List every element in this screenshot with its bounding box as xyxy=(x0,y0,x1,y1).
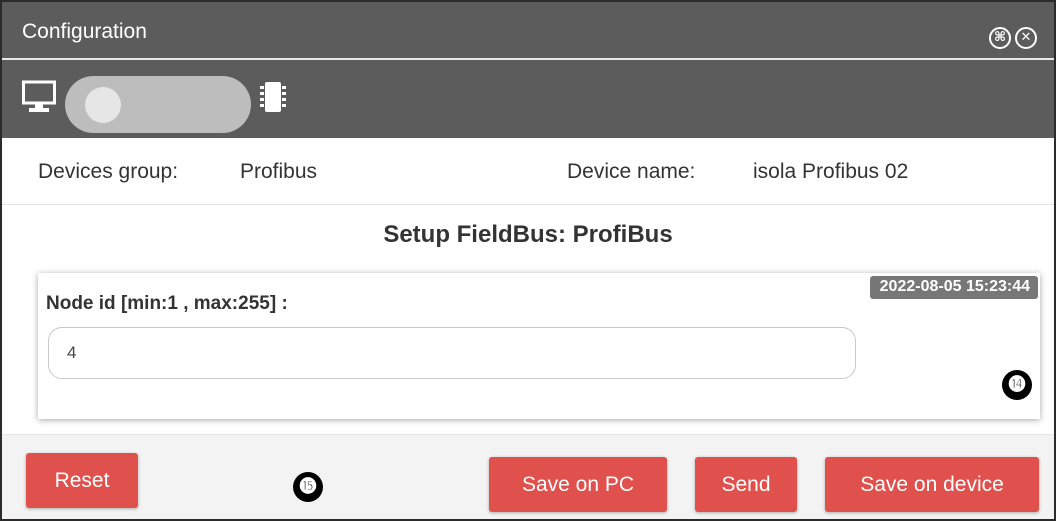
window-title: Configuration xyxy=(22,20,147,43)
save-on-pc-button[interactable]: Save on PC xyxy=(489,457,667,512)
mode-toggle-switch[interactable] xyxy=(65,76,251,133)
node-id-label: Node id [min:1 , max:255] : xyxy=(46,293,288,314)
page-title: Setup FieldBus: ProfiBus xyxy=(383,221,673,248)
chip-icon xyxy=(260,82,286,112)
annotation-badge-14: ⓮ xyxy=(1002,370,1032,400)
close-icon[interactable]: ✕ xyxy=(1015,27,1037,49)
monitor-icon xyxy=(22,80,56,112)
save-on-device-button[interactable]: Save on device xyxy=(825,457,1039,512)
devices-group-label: Devices group: xyxy=(38,160,179,183)
toolbar xyxy=(2,60,1054,138)
device-name-label: Device name: xyxy=(567,160,696,183)
footer-bar: Reset ⓯ Save on PC Send Save on device xyxy=(2,434,1054,519)
toggle-knob xyxy=(85,87,121,123)
timestamp-badge: 2022-08-05 15:23:44 xyxy=(869,276,1038,299)
reset-button[interactable]: Reset xyxy=(26,453,138,508)
node-id-panel: 2022-08-05 15:23:44 Node id [min:1 , max… xyxy=(38,273,1040,419)
title-bar: Configuration ⌘ ✕ xyxy=(2,2,1054,60)
devices-group-value: Profibus xyxy=(240,160,318,183)
send-button[interactable]: Send xyxy=(695,457,797,512)
device-name-value: isola Profibus 02 xyxy=(753,160,909,183)
device-info-row: Devices group: Profibus Device name: iso… xyxy=(2,138,1054,205)
node-id-input[interactable] xyxy=(48,327,856,379)
maximize-icon[interactable]: ⌘ xyxy=(989,27,1011,49)
annotation-badge-15: ⓯ xyxy=(293,472,323,502)
configuration-window: Configuration ⌘ ✕ Devices group: Profibu… xyxy=(0,0,1056,521)
